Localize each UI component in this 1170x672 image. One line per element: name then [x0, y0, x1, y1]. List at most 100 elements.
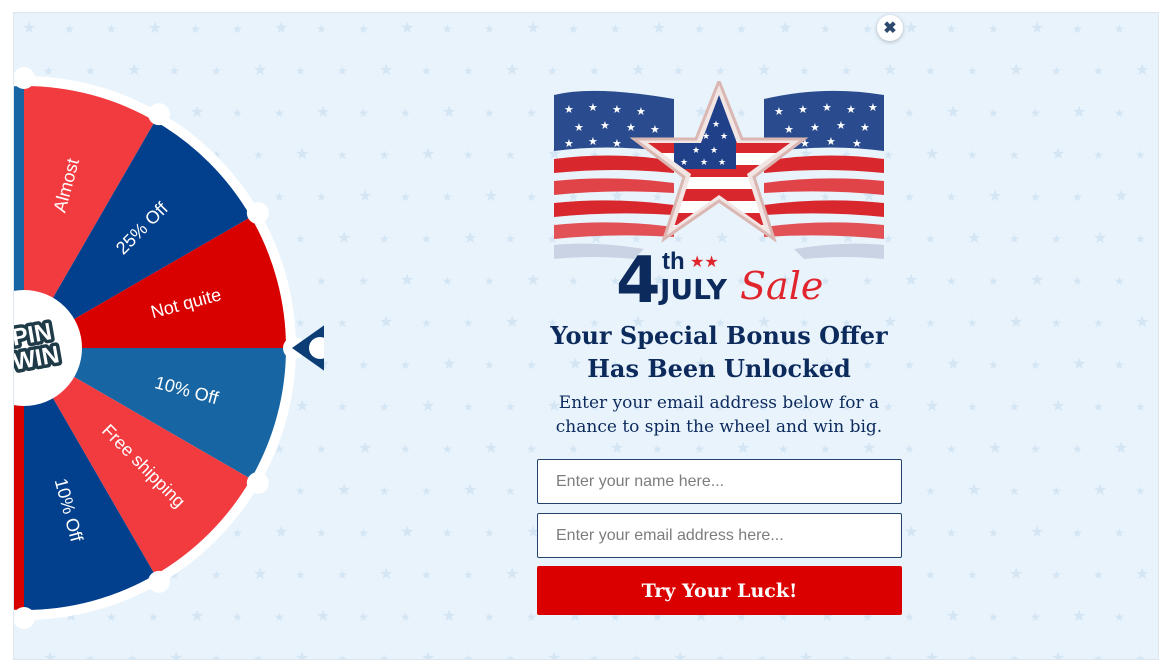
background-star-icon: ★: [988, 106, 999, 120]
svg-text:★: ★: [826, 135, 836, 148]
background-star-icon: ★: [1051, 648, 1065, 660]
background-star-icon: ★: [484, 106, 495, 120]
svg-text:★: ★: [836, 119, 846, 132]
background-star-icon: ★: [484, 526, 495, 540]
email-input[interactable]: [537, 513, 902, 558]
background-star-icon: ★: [967, 400, 978, 414]
background-star-icon: ★: [442, 442, 453, 456]
background-star-icon: ★: [1156, 610, 1159, 624]
background-star-icon: ★: [442, 190, 453, 204]
background-star-icon: ★: [400, 442, 411, 456]
background-star-icon: ★: [757, 60, 771, 79]
background-star-icon: ★: [652, 442, 663, 456]
prize-wheel: Almost25% OffNot quite10% OffFree shippi…: [14, 67, 324, 629]
background-star-icon: ★: [904, 358, 915, 372]
background-star-icon: ★: [1030, 18, 1044, 37]
background-star-icon: ★: [232, 22, 243, 36]
background-star-icon: ★: [841, 652, 852, 660]
background-star-icon: ★: [925, 232, 936, 246]
background-star-icon: ★: [1093, 148, 1104, 162]
background-star-icon: ★: [967, 148, 978, 162]
background-star-icon: ★: [526, 442, 537, 456]
background-star-icon: ★: [904, 610, 915, 624]
background-star-icon: ★: [148, 18, 162, 37]
background-star-icon: ★: [1093, 228, 1107, 247]
background-star-icon: ★: [1009, 312, 1023, 331]
background-star-icon: ★: [505, 60, 519, 79]
background-star-icon: ★: [190, 22, 201, 36]
background-star-icon: ★: [442, 354, 456, 373]
try-your-luck-button[interactable]: Try Your Luck!: [537, 566, 902, 615]
background-star-icon: ★: [1156, 18, 1159, 37]
background-star-icon: ★: [925, 568, 936, 582]
background-star-icon: ★: [1072, 442, 1083, 456]
wheel-peg: [246, 472, 269, 494]
offer-subtext: Enter your email address below for a cha…: [555, 393, 883, 437]
background-star-icon: ★: [1135, 652, 1146, 660]
background-star-icon: ★: [967, 652, 978, 660]
background-star-icon: ★: [1009, 564, 1023, 583]
background-star-icon: ★: [379, 60, 393, 79]
background-star-icon: ★: [1030, 106, 1041, 120]
background-star-icon: ★: [1135, 484, 1146, 498]
background-star-icon: ★: [1009, 148, 1020, 162]
background-star-icon: ★: [379, 148, 390, 162]
svg-text:★: ★: [564, 103, 574, 116]
svg-text:★: ★: [822, 101, 832, 114]
background-star-icon: ★: [631, 652, 642, 660]
background-star-icon: ★: [421, 484, 432, 498]
background-star-icon: ★: [358, 186, 372, 205]
background-star-icon: ★: [925, 484, 936, 498]
background-star-icon: ★: [526, 106, 537, 120]
background-star-icon: ★: [1030, 610, 1041, 624]
background-star-icon: ★: [1114, 526, 1125, 540]
background-star-icon: ★: [505, 652, 516, 660]
background-star-icon: ★: [883, 148, 894, 162]
background-star-icon: ★: [421, 648, 435, 660]
background-star-icon: ★: [988, 22, 999, 36]
background-star-icon: ★: [988, 186, 1002, 205]
background-star-icon: ★: [925, 64, 936, 78]
background-star-icon: ★: [1072, 190, 1083, 204]
background-star-icon: ★: [484, 274, 495, 288]
background-star-icon: ★: [400, 18, 414, 37]
background-star-icon: ★: [946, 442, 957, 456]
background-star-icon: ★: [1114, 106, 1125, 120]
background-star-icon: ★: [1051, 568, 1062, 582]
background-star-icon: ★: [379, 564, 393, 583]
background-star-icon: ★: [358, 274, 369, 288]
background-star-icon: ★: [337, 652, 348, 660]
background-star-icon: ★: [337, 228, 351, 247]
background-star-icon: ★: [904, 270, 918, 289]
background-star-icon: ★: [967, 228, 981, 247]
background-star-icon: ★: [463, 148, 474, 162]
background-star-icon: ★: [925, 396, 939, 415]
background-star-icon: ★: [484, 358, 495, 372]
banner-suffix: th: [662, 248, 685, 275]
background-star-icon: ★: [778, 442, 789, 456]
name-input[interactable]: [537, 459, 902, 504]
background-star-icon: ★: [1093, 652, 1104, 660]
background-star-icon: ★: [1051, 396, 1065, 415]
background-star-icon: ★: [442, 274, 453, 288]
svg-text:★: ★: [720, 132, 728, 142]
background-star-icon: ★: [1072, 526, 1083, 540]
background-star-icon: ★: [1051, 64, 1062, 78]
background-star-icon: ★: [316, 22, 327, 36]
background-star-icon: ★: [484, 438, 498, 457]
background-star-icon: ★: [1114, 358, 1125, 372]
background-star-icon: ★: [274, 18, 288, 37]
background-star-icon: ★: [505, 312, 519, 331]
background-star-icon: ★: [442, 526, 453, 540]
banner-month: JULY: [658, 273, 728, 306]
svg-text:★: ★: [810, 121, 820, 134]
background-star-icon: ★: [1135, 60, 1149, 79]
close-button[interactable]: ✖: [877, 15, 903, 41]
background-star-icon: ★: [1135, 232, 1146, 246]
background-star-icon: ★: [463, 316, 474, 330]
offer-headline: Your Special Bonus Offer Has Been Unlock…: [550, 321, 888, 383]
background-star-icon: ★: [1135, 564, 1149, 583]
background-star-icon: ★: [1072, 22, 1083, 36]
background-star-icon: ★: [1051, 232, 1062, 246]
background-star-icon: ★: [925, 316, 936, 330]
